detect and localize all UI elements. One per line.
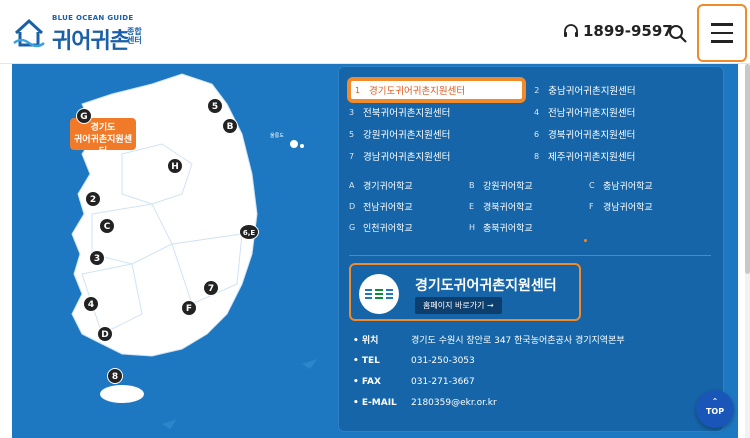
school-item-E[interactable]: E 경북귀어학교 [469,196,589,217]
tag-line-1: 경기도 [90,123,116,133]
site-header: BLUE OCEAN GUIDE 귀어귀촌 종합센터 1899-9597 [0,0,750,64]
school-item-F[interactable]: F 경남귀어학교 [589,196,709,217]
map-marker-D[interactable]: D [97,326,113,342]
accent-dot [584,239,587,242]
map-marker-G[interactable]: G [76,108,92,124]
school-item-C[interactable]: C 충남귀어학교 [589,175,709,196]
chevron-up-icon: ⌃ [711,397,719,406]
hamburger-line [711,31,733,35]
ekr-logo-icon [365,289,393,299]
top-label: TOP [705,407,725,416]
menu-button[interactable] [697,4,747,62]
center-item-gyeongbuk[interactable]: 6 경북귀어귀촌지원센터 [534,123,719,145]
school-item-B[interactable]: B 강원귀어학교 [469,175,589,196]
selected-center-card: 경기도귀어귀촌지원센터 홈페이지 바로가기 → [349,263,581,321]
map-marker-4[interactable]: 4 [83,296,99,312]
school-item-D[interactable]: D 전남귀어학교 [349,196,469,217]
center-logo-icon [359,274,399,314]
school-item-G[interactable]: G 인천귀어학교 [349,217,469,238]
map-marker-2[interactable]: 2 [85,191,101,207]
logo-tagline: BLUE OCEAN GUIDE [52,14,134,22]
house-wave-logo-icon [13,18,45,48]
map-marker-5[interactable]: 5 [207,98,223,114]
info-row-email: • E-MAIL 2180359@ekr.or.kr [353,397,497,408]
info-row-fax: • FAX 031-271-3667 [353,376,475,387]
search-button[interactable] [667,23,689,45]
hamburger-line [711,23,733,26]
center-info-panel: 1 경기도귀어귀촌지원센터 2 충남귀어귀촌지원센터 3 전북귀어귀촌지원센터 4 전남… [338,66,724,432]
center-map-section: 경기도 귀어귀촌지원센터 울릉도 5 B H 2 C 6,E 3 7 4 F D… [12,64,738,438]
center-item-jeonnam[interactable]: 4 전남귀어귀촌지원센터 [534,101,719,123]
map-marker-H[interactable]: H [167,158,183,174]
map-marker-8[interactable]: 8 [107,368,123,384]
ulleungdo-label: 울릉도 [270,133,284,139]
logo-subtitle: 종합센터 [127,27,142,45]
tag-line-2: 귀어귀촌지원센터 [74,135,132,157]
center-list: 1 경기도귀어귀촌지원센터 2 충남귀어귀촌지원센터 3 전북귀어귀촌지원센터 4 전남… [349,79,719,167]
phone-number-text: 1899-9597 [583,22,673,40]
center-item-gyeongnam[interactable]: 7 경남귀어귀촌지원센터 [349,145,534,167]
panel-divider [349,255,711,256]
map-marker-B[interactable]: B [222,118,238,134]
school-item-A[interactable]: A 경기귀어학교 [349,175,469,196]
center-contact-info: • 위치 경기도 수원시 장안로 347 한국농어촌공사 경기지역본부 • TE… [353,329,713,413]
phone-number[interactable]: 1899-9597 [563,22,673,40]
school-item-H[interactable]: H 충북귀어학교 [469,217,589,238]
school-list: A 경기귀어학교 B 강원귀어학교 C 충남귀어학교 D 전남귀어학교 E 경북귀어학교 … [349,175,719,238]
map-marker-3[interactable]: 3 [89,250,105,266]
center-item-jeonbuk[interactable]: 3 전북귀어귀촌지원센터 [349,101,534,123]
center-item-chungnam[interactable]: 2 충남귀어귀촌지원센터 [534,79,719,101]
map-marker-6E[interactable]: 6,E [239,224,259,240]
map-marker-F[interactable]: F [181,300,197,316]
selected-center-name: 경기도귀어귀촌지원센터 [415,278,557,294]
map-marker-7[interactable]: 7 [203,280,219,296]
site-logo[interactable] [12,14,50,54]
search-icon [669,25,687,43]
center-item-jeju[interactable]: 8 제주귀어귀촌지원센터 [534,145,719,167]
info-row-tel: • TEL 031-250-3053 [353,355,475,366]
info-row-address: • 위치 경기도 수원시 장안로 347 한국농어촌공사 경기지역본부 [353,336,625,346]
scroll-top-button[interactable]: ⌃ TOP [696,390,734,428]
scrollbar-thumb[interactable] [745,64,750,274]
logo-title: 귀어귀촌 [52,29,130,54]
headset-icon [564,24,578,37]
map-marker-C[interactable]: C [99,218,115,234]
center-item-gyeonggi[interactable]: 1 경기도귀어귀촌지원센터 [349,79,525,101]
korea-map [71,73,317,429]
homepage-link-button[interactable]: 홈페이지 바로가기 → [415,297,502,314]
hamburger-line [711,40,733,43]
center-item-gangwon[interactable]: 5 강원귀어귀촌지원센터 [349,123,534,145]
